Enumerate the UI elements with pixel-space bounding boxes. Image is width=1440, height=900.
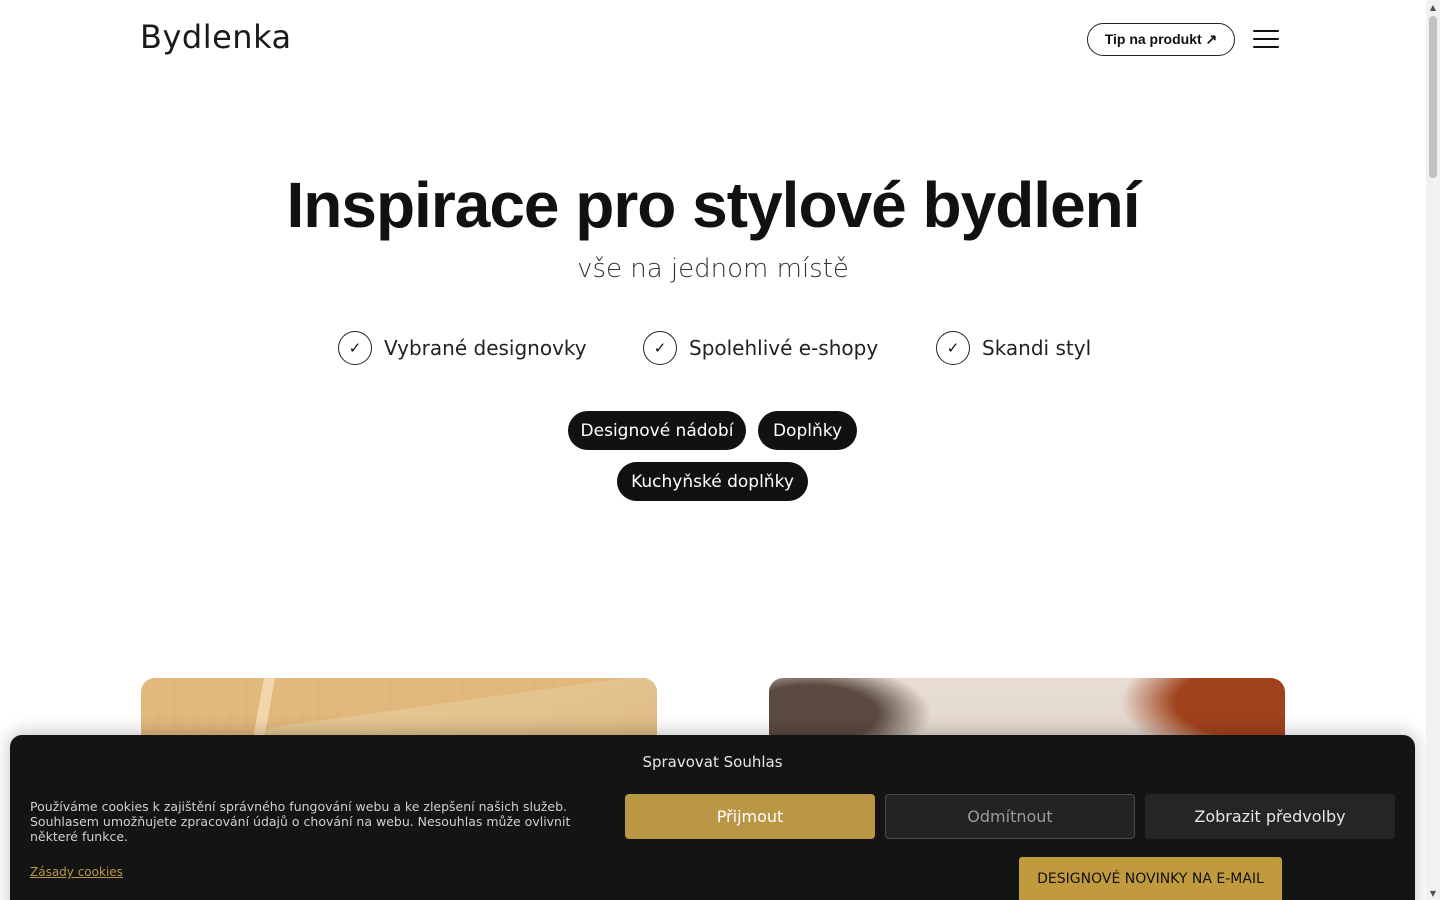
cookie-policy-link[interactable]: Zásady cookies — [30, 865, 123, 879]
feature-item: ✓ Vybrané designovky — [338, 330, 587, 366]
feature-list: ✓ Vybrané designovky ✓ Spolehlivé e-shop… — [0, 330, 1426, 366]
feature-label: Spolehlivé e-shopy — [689, 336, 879, 360]
scroll-up-icon[interactable]: ▲ — [1426, 0, 1440, 14]
menu-line — [1253, 46, 1279, 48]
check-icon: ✓ — [936, 331, 970, 365]
check-icon: ✓ — [338, 331, 372, 365]
tip-product-button[interactable]: Tip na produkt ↗ — [1087, 23, 1235, 56]
page-title: Inspirace pro stylové bydlení — [286, 169, 1140, 241]
page-subtitle: vše na jednom místě — [577, 254, 849, 284]
cookie-preferences-button[interactable]: Zobrazit předvolby — [1145, 794, 1395, 839]
newsletter-button[interactable]: DESIGNOVÉ NOVINKY NA E-MAIL — [1019, 857, 1282, 900]
site-logo[interactable]: Bydlenka — [140, 18, 292, 56]
menu-line — [1253, 30, 1279, 32]
feature-item: ✓ Spolehlivé e-shopy — [643, 330, 878, 366]
scrollbar[interactable]: ▲ ▼ — [1426, 0, 1440, 900]
accept-cookies-button[interactable]: Přijmout — [625, 794, 875, 839]
check-icon: ✓ — [643, 331, 677, 365]
feature-label: Vybrané designovky — [384, 336, 587, 360]
site-header: Bydlenka Tip na produkt ↗ — [0, 0, 1426, 78]
feature-label: Skandi styl — [982, 336, 1092, 360]
cookie-description: Používáme cookies k zajištění správného … — [30, 799, 571, 844]
cookie-title: Spravovat Souhlas — [642, 753, 783, 771]
category-pill-designove-nadobi[interactable]: Designové nádobí — [568, 411, 746, 450]
hamburger-icon[interactable] — [1253, 30, 1279, 48]
scroll-down-icon[interactable]: ▼ — [1426, 886, 1440, 900]
feature-item: ✓ Skandi styl — [936, 330, 1091, 366]
menu-line — [1253, 38, 1279, 40]
category-pill-doplnky[interactable]: Doplňky — [758, 411, 857, 450]
deny-cookies-button[interactable]: Odmítnout — [885, 794, 1135, 839]
scrollbar-thumb[interactable] — [1429, 16, 1437, 178]
category-pill-kuchynske-doplnky[interactable]: Kuchyňské doplňky — [617, 462, 808, 501]
